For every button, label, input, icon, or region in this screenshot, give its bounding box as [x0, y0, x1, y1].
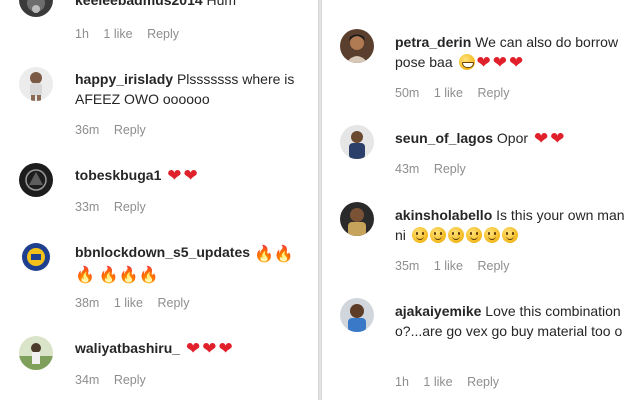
red-heart-emoji-icon: ❤ [218, 339, 233, 358]
comment-body: Opor [496, 130, 529, 146]
comment-username[interactable]: seun_of_lagos [395, 130, 493, 146]
comment-text: seun_of_lagos Opor ❤ ❤ [395, 128, 630, 148]
smiling-face-emoji-icon [447, 227, 464, 243]
red-heart-emoji-icon: ❤ [550, 129, 565, 148]
comment-username[interactable]: happy_irislady [75, 71, 173, 87]
comment-text: bbnlockdown_s5_updates 🔥🔥🔥 🔥🔥🔥 [75, 242, 310, 284]
comment-username[interactable]: waliyatbashiru_ [75, 340, 180, 356]
reply-button[interactable]: Reply [467, 375, 499, 389]
comment-meta: 38m 1 like Reply [75, 296, 200, 310]
reply-button[interactable]: Reply [434, 162, 466, 176]
comment-time: 43m [395, 162, 420, 176]
red-heart-emoji-icon: ❤ [476, 53, 491, 72]
comment-meta: 43m Reply [395, 162, 477, 176]
red-heart-emoji-icon: ❤ [492, 53, 507, 72]
comment-meta: 1h 1 like Reply [75, 27, 190, 41]
reply-button[interactable]: Reply [114, 200, 146, 214]
comment-time: 36m [75, 123, 100, 137]
fire-emoji-icon: 🔥 [98, 267, 119, 284]
comment-text: happy_irislady Plsssssss where is AFEEZ … [75, 69, 310, 109]
comments-column-right: petra_derin We can also do borrow pose b… [322, 0, 640, 400]
comment-text: petra_derin We can also do borrow pose b… [395, 32, 630, 72]
red-heart-emoji-icon: ❤ [185, 339, 201, 358]
red-heart-emoji-icon: ❤ [202, 339, 217, 358]
fire-emoji-icon: 🔥 [253, 246, 274, 263]
smiling-face-emoji-icon [465, 227, 482, 243]
smiling-face-emoji-icon [411, 227, 428, 243]
fire-emoji-icon: 🔥 [273, 246, 294, 263]
reply-button[interactable]: Reply [477, 86, 509, 100]
avatar[interactable] [340, 202, 374, 236]
comment-username[interactable]: bbnlockdown_s5_updates [75, 244, 250, 260]
comment-time: 38m [75, 296, 100, 310]
comment-meta: 34m Reply [75, 373, 157, 387]
avatar[interactable] [19, 163, 53, 197]
comment-likes[interactable]: 1 like [103, 27, 132, 41]
avatar[interactable] [19, 240, 53, 274]
comment-time: 34m [75, 373, 100, 387]
fire-emoji-icon: 🔥 [138, 267, 159, 284]
comment-username[interactable]: tobeskbuga1 [75, 167, 161, 183]
smiling-face-emoji-icon [501, 227, 518, 243]
reply-button[interactable]: Reply [147, 27, 179, 41]
comment-username[interactable]: akinsholabello [395, 207, 492, 223]
comment-username[interactable]: ajakaiyemike [395, 303, 481, 319]
comment-meta: 35m 1 like Reply [395, 259, 520, 273]
avatar[interactable] [340, 125, 374, 159]
avatar[interactable] [19, 336, 53, 370]
smiling-face-emoji-icon [429, 227, 446, 243]
fire-emoji-icon: 🔥 [118, 267, 139, 284]
comment-likes[interactable]: 1 like [434, 86, 463, 100]
comment-text: keeleebadmus2014 Hum [75, 0, 305, 10]
red-heart-emoji-icon: ❤ [509, 53, 524, 72]
reply-button[interactable]: Reply [114, 373, 146, 387]
comment-meta: 50m 1 like Reply [395, 86, 520, 100]
comment-text: tobeskbuga1 ❤ ❤ [75, 165, 310, 185]
reply-button[interactable]: Reply [157, 296, 189, 310]
comment-likes[interactable]: 1 like [423, 375, 452, 389]
comments-column-left: keeleebadmus2014 Hum 1h 1 like Reply hap… [0, 0, 318, 400]
comment-username[interactable]: petra_derin [395, 34, 471, 50]
comment-username[interactable]: keeleebadmus2014 [75, 0, 203, 8]
comment-likes[interactable]: 1 like [434, 259, 463, 273]
comment-text: ajakaiyemike Love this combination o?...… [395, 301, 630, 341]
red-heart-emoji-icon: ❤ [533, 129, 549, 148]
comment-meta: 1h 1 like Reply [395, 375, 510, 389]
comment-text: waliyatbashiru_ ❤ ❤ ❤ [75, 338, 310, 358]
smiling-face-emoji-icon [483, 227, 500, 243]
comment-time: 1h [75, 27, 89, 41]
avatar[interactable] [340, 298, 374, 332]
reply-button[interactable]: Reply [114, 123, 146, 137]
comment-time: 50m [395, 86, 420, 100]
comment-body: Hum [206, 0, 237, 8]
fire-emoji-icon: 🔥 [75, 267, 95, 284]
comment-time: 33m [75, 200, 100, 214]
comment-time: 1h [395, 375, 409, 389]
grimacing-face-emoji-icon [458, 54, 475, 70]
reply-button[interactable]: Reply [477, 259, 509, 273]
red-heart-emoji-icon: ❤ [167, 166, 182, 185]
avatar[interactable] [340, 29, 374, 63]
avatar[interactable] [19, 0, 53, 17]
comment-text: akinsholabello Is this your own man ni [395, 205, 630, 245]
comment-time: 35m [395, 259, 420, 273]
red-heart-emoji-icon: ❤ [183, 166, 198, 185]
avatar[interactable] [19, 67, 53, 101]
comment-meta: 36m Reply [75, 123, 157, 137]
comment-likes[interactable]: 1 like [114, 296, 143, 310]
comment-meta: 33m Reply [75, 200, 157, 214]
